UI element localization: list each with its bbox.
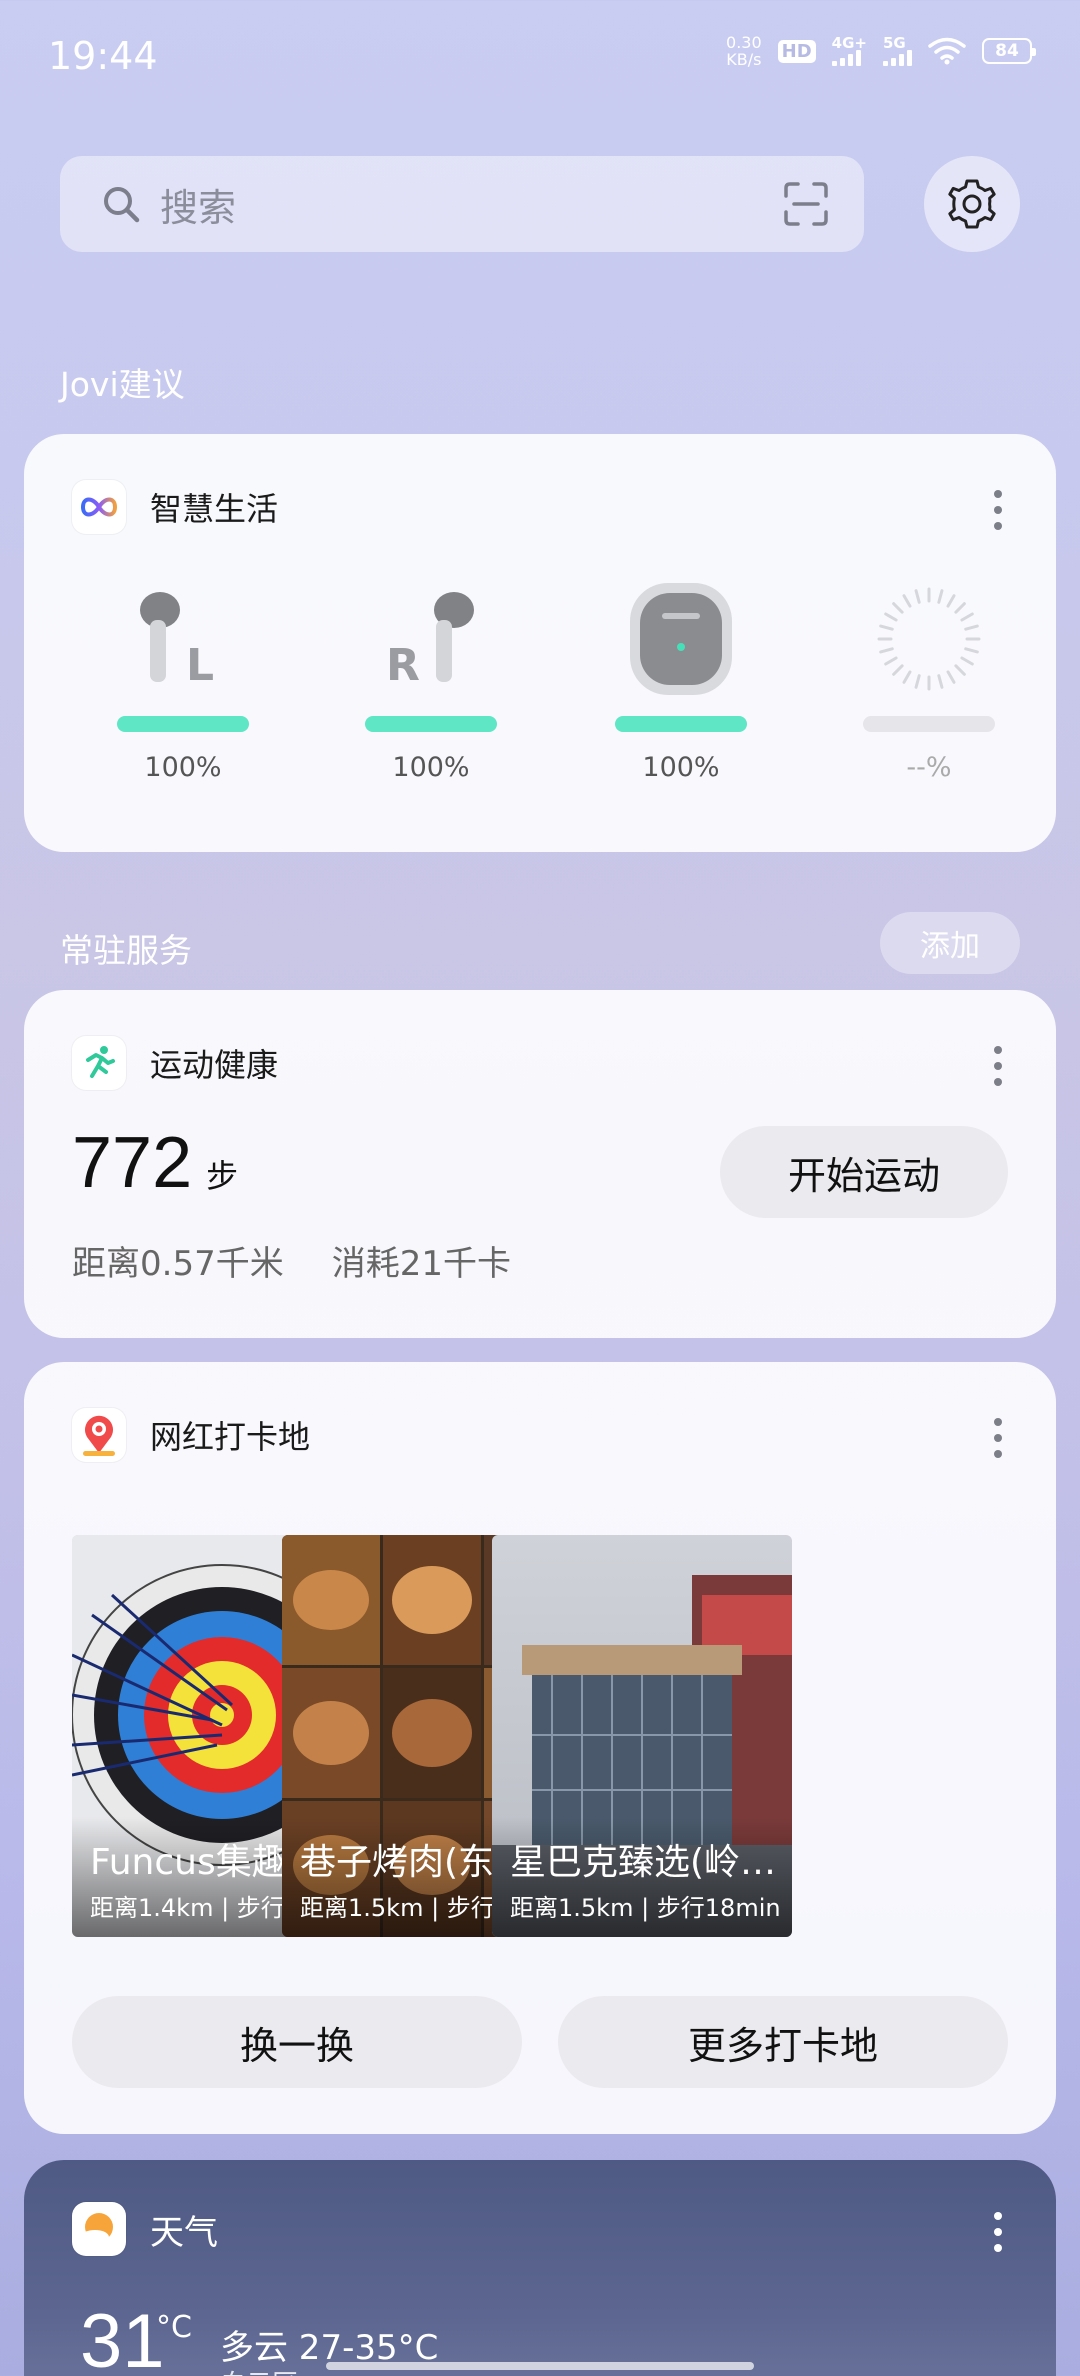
left-earbud[interactable]: L 100%	[116, 574, 250, 783]
smart-life-app-icon	[72, 480, 126, 534]
temperature-value: 31	[80, 2299, 165, 2376]
spot-card-starbucks[interactable]: 星巴克臻选(岭… 距离1.5km | 步行18min	[492, 1535, 792, 1937]
loading-device-percent: --%	[906, 752, 952, 783]
network-speed: 0.30 KB/s	[726, 33, 762, 69]
health-card[interactable]: 运动健康 772 步 距离0.57千米 消耗21千卡 开始运动	[24, 990, 1056, 1338]
charging-case-icon	[614, 574, 748, 704]
spot-info: 距离1.5km | 步行18min	[510, 1894, 781, 1922]
more-spots-button[interactable]: 更多打卡地	[558, 1996, 1008, 2088]
status-icons: 0.30 KB/s HD 4G+ 5G 84	[726, 33, 1036, 69]
search-icon	[104, 187, 140, 223]
smart-life-title: 智慧生活	[150, 490, 279, 528]
wifi-icon	[928, 37, 966, 65]
health-app-icon	[72, 1036, 126, 1090]
more-options-icon[interactable]	[992, 2212, 1004, 2252]
charging-case-percent: 100%	[642, 752, 720, 783]
refresh-button[interactable]: 换一换	[72, 1996, 522, 2088]
spots-title: 网红打卡地	[150, 1418, 311, 1456]
signal-4g-icon: 4G+	[831, 36, 867, 66]
location-pin-icon	[83, 1415, 115, 1456]
weather-card[interactable]: 天气 31 °C 多云 27-35°C 白云区	[24, 2160, 1056, 2376]
status-time: 19:44	[48, 34, 158, 78]
status-bar: 19:44 0.30 KB/s HD 4G+ 5G 84	[0, 0, 1080, 110]
steps-unit: 步	[206, 1157, 239, 1195]
health-header: 运动健康	[72, 1036, 278, 1090]
resident-section-label: 常驻服务	[60, 931, 192, 970]
weather-app-icon	[72, 2202, 126, 2256]
smart-life-card[interactable]: 智慧生活 L 100% R 100% 100% --%	[24, 434, 1056, 852]
health-title: 运动健康	[150, 1046, 279, 1084]
temperature-unit: °C	[156, 2310, 192, 2345]
charging-case-battery-bar	[615, 716, 747, 732]
loading-device[interactable]: --%	[862, 574, 996, 783]
search-bar[interactable]: 搜索	[60, 156, 864, 252]
steps-value: 772	[72, 1123, 193, 1203]
health-stats: 距离0.57千米 消耗21千卡	[72, 1236, 511, 1285]
scan-icon[interactable]	[782, 180, 830, 228]
hd-icon: HD	[777, 39, 816, 63]
smart-life-header: 智慧生活	[72, 480, 278, 534]
right-earbud-percent: 100%	[392, 752, 470, 783]
jovi-section-label: Jovi建议	[60, 365, 185, 404]
weather-area: 白云区	[220, 2364, 298, 2376]
steps-display: 772 步	[72, 1122, 238, 1204]
spots-card[interactable]: 网红打卡地 NICE Funcus集趣 距离1.4km | 步行16min	[24, 1362, 1056, 2134]
search-input[interactable]: 搜索	[160, 177, 782, 232]
calories-text: 消耗21千卡	[331, 1244, 511, 1284]
weather-title: 天气	[150, 2212, 218, 2253]
more-options-icon[interactable]	[992, 490, 1004, 530]
weather-header: 天气	[72, 2202, 218, 2256]
svg-text:L: L	[186, 640, 214, 691]
left-earbud-battery-bar	[117, 716, 249, 732]
spots-header: 网红打卡地	[72, 1408, 310, 1462]
gear-icon	[948, 179, 996, 229]
distance-text: 距离0.57千米	[72, 1244, 284, 1284]
loading-spinner-icon	[862, 574, 996, 704]
settings-button[interactable]	[924, 156, 1020, 252]
sun-cloud-icon	[81, 2213, 113, 2244]
spots-app-icon	[72, 1408, 126, 1462]
more-options-icon[interactable]	[992, 1046, 1004, 1086]
right-earbud-battery-bar	[365, 716, 497, 732]
battery-icon: 84	[982, 38, 1036, 64]
signal-5g-icon: 5G	[883, 36, 912, 66]
right-earbud[interactable]: R 100%	[364, 574, 498, 783]
svg-text:R: R	[386, 640, 420, 691]
left-earbud-icon: L	[116, 574, 250, 704]
more-options-icon[interactable]	[992, 1418, 1004, 1458]
loading-device-battery-bar	[863, 716, 995, 732]
right-earbud-icon: R	[364, 574, 498, 704]
add-button[interactable]: 添加	[880, 912, 1020, 974]
start-exercise-button[interactable]: 开始运动	[720, 1126, 1008, 1218]
home-indicator[interactable]	[326, 2362, 754, 2370]
charging-case[interactable]: 100%	[614, 574, 748, 783]
infinity-icon	[80, 497, 118, 517]
spot-name: 星巴克臻选(岭…	[510, 1842, 777, 1883]
left-earbud-percent: 100%	[144, 752, 222, 783]
running-icon	[86, 1046, 115, 1078]
